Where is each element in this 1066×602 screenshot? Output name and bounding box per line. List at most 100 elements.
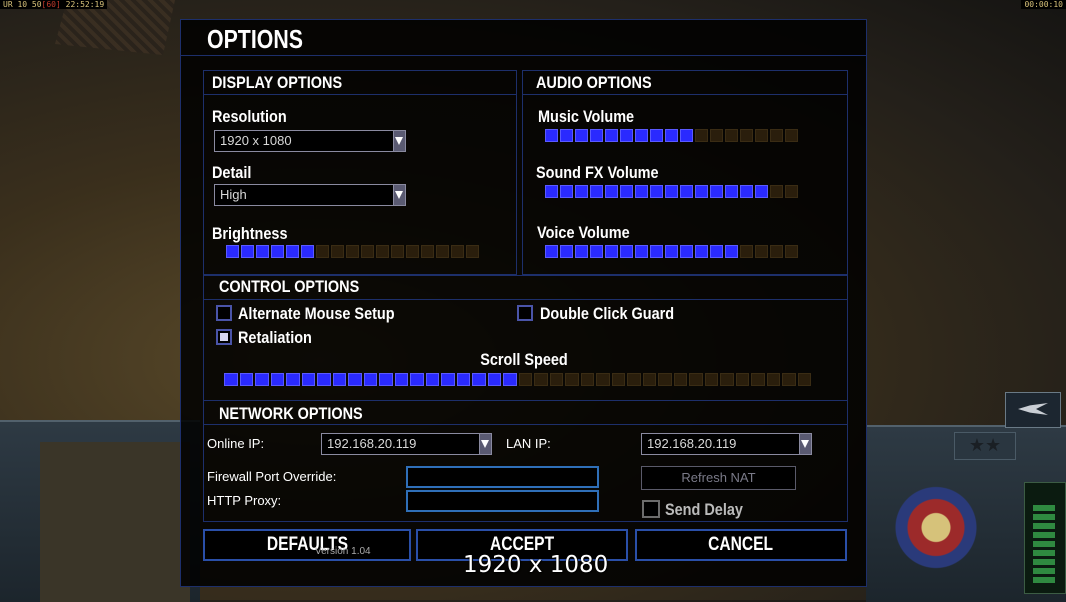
slider-segment[interactable]: [487, 373, 501, 386]
refresh-nat-button[interactable]: Refresh NAT: [641, 466, 796, 490]
slider-segment[interactable]: [751, 373, 765, 386]
chevron-down-icon[interactable]: [393, 131, 405, 151]
slider-segment[interactable]: [695, 185, 708, 198]
voice-volume-slider[interactable]: [545, 245, 798, 258]
slider-segment[interactable]: [605, 245, 618, 258]
slider-segment[interactable]: [394, 373, 408, 386]
slider-segment[interactable]: [620, 185, 633, 198]
slider-segment[interactable]: [755, 245, 768, 258]
slider-segment[interactable]: [770, 245, 783, 258]
slider-segment[interactable]: [466, 245, 479, 258]
slider-segment[interactable]: [410, 373, 424, 386]
cancel-button[interactable]: CANCEL: [635, 529, 847, 561]
slider-segment[interactable]: [580, 373, 594, 386]
slider-segment[interactable]: [770, 185, 783, 198]
slider-segment[interactable]: [239, 373, 253, 386]
slider-segment[interactable]: [605, 129, 618, 142]
slider-segment[interactable]: [665, 245, 678, 258]
slider-segment[interactable]: [689, 373, 703, 386]
slider-segment[interactable]: [596, 373, 610, 386]
slider-segment[interactable]: [710, 129, 723, 142]
double-click-guard-label[interactable]: Double Click Guard: [540, 304, 674, 324]
slider-segment[interactable]: [710, 185, 723, 198]
chevron-down-icon[interactable]: [799, 434, 811, 454]
slider-segment[interactable]: [785, 185, 798, 198]
slider-segment[interactable]: [425, 373, 439, 386]
alternate-mouse-label[interactable]: Alternate Mouse Setup: [238, 304, 395, 324]
slider-segment[interactable]: [605, 185, 618, 198]
unit-selection-icon[interactable]: [1005, 392, 1061, 428]
slider-segment[interactable]: [673, 373, 687, 386]
slider-segment[interactable]: [441, 373, 455, 386]
slider-segment[interactable]: [575, 129, 588, 142]
slider-segment[interactable]: [560, 129, 573, 142]
slider-segment[interactable]: [301, 245, 314, 258]
slider-segment[interactable]: [797, 373, 811, 386]
slider-segment[interactable]: [650, 129, 663, 142]
slider-segment[interactable]: [650, 185, 663, 198]
slider-segment[interactable]: [755, 185, 768, 198]
slider-segment[interactable]: [565, 373, 579, 386]
slider-segment[interactable]: [331, 245, 344, 258]
slider-segment[interactable]: [611, 373, 625, 386]
slider-segment[interactable]: [782, 373, 796, 386]
sound-fx-volume-slider[interactable]: [545, 185, 798, 198]
slider-segment[interactable]: [436, 245, 449, 258]
slider-segment[interactable]: [635, 129, 648, 142]
slider-segment[interactable]: [710, 245, 723, 258]
slider-segment[interactable]: [635, 185, 648, 198]
slider-segment[interactable]: [650, 245, 663, 258]
double-click-guard-checkbox[interactable]: [517, 305, 533, 321]
slider-segment[interactable]: [665, 185, 678, 198]
http-proxy-input[interactable]: [406, 490, 599, 512]
slider-segment[interactable]: [545, 245, 558, 258]
slider-segment[interactable]: [725, 129, 738, 142]
slider-segment[interactable]: [346, 245, 359, 258]
slider-segment[interactable]: [665, 129, 678, 142]
slider-segment[interactable]: [770, 129, 783, 142]
slider-segment[interactable]: [635, 245, 648, 258]
slider-segment[interactable]: [545, 185, 558, 198]
slider-segment[interactable]: [590, 129, 603, 142]
slider-segment[interactable]: [785, 245, 798, 258]
slider-segment[interactable]: [317, 373, 331, 386]
slider-segment[interactable]: [590, 245, 603, 258]
slider-segment[interactable]: [241, 245, 254, 258]
slider-segment[interactable]: [627, 373, 641, 386]
slider-segment[interactable]: [363, 373, 377, 386]
slider-segment[interactable]: [620, 129, 633, 142]
slider-segment[interactable]: [620, 245, 633, 258]
chevron-down-icon[interactable]: [393, 185, 405, 205]
slider-segment[interactable]: [376, 245, 389, 258]
slider-segment[interactable]: [680, 129, 693, 142]
brightness-slider[interactable]: [226, 245, 479, 258]
resolution-dropdown[interactable]: 1920 x 1080: [214, 130, 406, 152]
detail-dropdown[interactable]: High: [214, 184, 406, 206]
slider-segment[interactable]: [642, 373, 656, 386]
slider-segment[interactable]: [391, 245, 404, 258]
slider-segment[interactable]: [704, 373, 718, 386]
slider-segment[interactable]: [503, 373, 517, 386]
send-delay-label[interactable]: Send Delay: [665, 500, 743, 520]
slider-segment[interactable]: [590, 185, 603, 198]
slider-segment[interactable]: [735, 373, 749, 386]
firewall-port-input[interactable]: [406, 466, 599, 488]
lan-ip-dropdown[interactable]: 192.168.20.119: [641, 433, 812, 455]
slider-segment[interactable]: [680, 245, 693, 258]
slider-segment[interactable]: [695, 129, 708, 142]
send-delay-checkbox[interactable]: [642, 500, 660, 518]
slider-segment[interactable]: [224, 373, 238, 386]
slider-segment[interactable]: [766, 373, 780, 386]
slider-segment[interactable]: [560, 185, 573, 198]
slider-segment[interactable]: [316, 245, 329, 258]
slider-segment[interactable]: [695, 245, 708, 258]
defaults-button[interactable]: DEFAULTS: [203, 529, 411, 561]
retaliation-checkbox[interactable]: [216, 329, 232, 345]
slider-segment[interactable]: [451, 245, 464, 258]
slider-segment[interactable]: [534, 373, 548, 386]
retaliation-label[interactable]: Retaliation: [238, 328, 312, 348]
slider-segment[interactable]: [270, 373, 284, 386]
slider-segment[interactable]: [456, 373, 470, 386]
slider-segment[interactable]: [361, 245, 374, 258]
slider-segment[interactable]: [226, 245, 239, 258]
